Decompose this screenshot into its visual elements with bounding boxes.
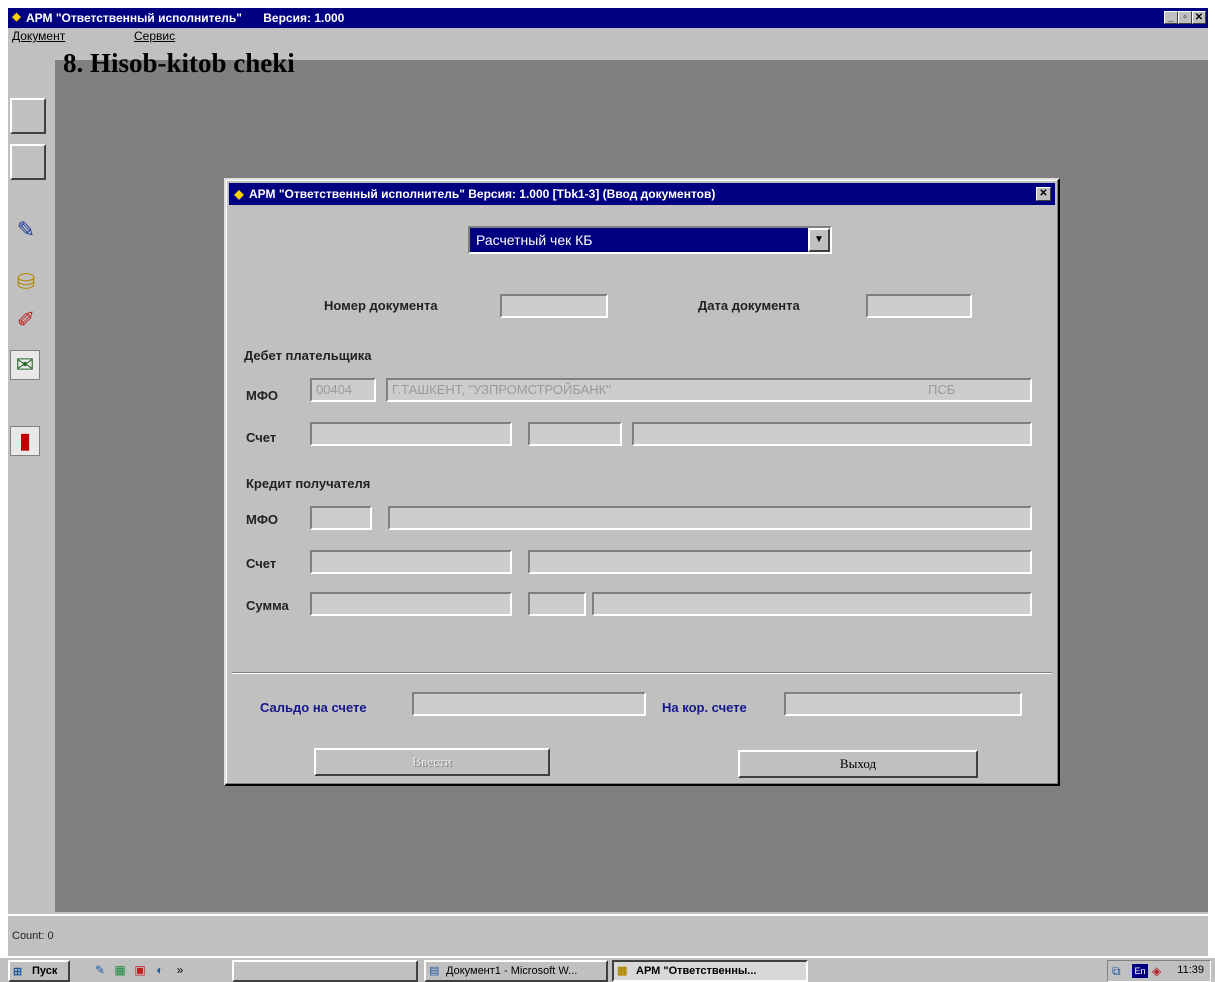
doc-date-field[interactable]	[866, 294, 972, 318]
network-icon[interactable]: ⧉	[1112, 964, 1121, 979]
enter-button[interactable]: Ввести	[314, 748, 550, 776]
window-title: АРМ "Ответственный исполнитель"	[26, 11, 242, 25]
balance-field	[412, 692, 646, 716]
status-text: Count: 0	[12, 930, 54, 942]
task-arm-label: АРМ "Ответственны...	[636, 965, 757, 977]
window-version: Версия: 1.000	[263, 11, 345, 25]
document-edit-icon[interactable]: ✐	[10, 304, 42, 336]
amount-cents-field[interactable]	[528, 592, 586, 616]
debit-bank-code: ПСБ	[928, 382, 956, 397]
app-icon: ◆	[12, 11, 21, 23]
credit-account-label: Счет	[246, 556, 277, 571]
credit-account-field[interactable]	[310, 550, 512, 574]
close-button[interactable]: ✕	[1192, 11, 1206, 24]
debit-account-name-field[interactable]	[632, 422, 1032, 446]
credit-mfo-field[interactable]	[310, 506, 372, 530]
credit-section-label: Кредит получателя	[246, 476, 371, 491]
debit-section-label: Дебет плательщика	[244, 348, 372, 363]
word-doc-icon: ▤	[429, 965, 440, 977]
chevron-down-icon[interactable]: ▼	[808, 228, 830, 252]
debit-bank-name: Г.ТАШКЕНТ, "УЗПРОМСТРОЙБАНК"	[392, 382, 611, 397]
arm-app-icon: ▦	[617, 965, 628, 977]
help-icon[interactable]: ✎	[10, 214, 42, 246]
system-tray: ⧉ En ◈ 11:39	[1107, 960, 1211, 982]
dialog-title: АРМ "Ответственный исполнитель" Версия: …	[249, 187, 716, 201]
status-bar: Count: 0	[8, 914, 1208, 958]
amount-words-field[interactable]	[592, 592, 1032, 616]
doc-date-label: Дата документа	[698, 298, 800, 313]
credit-mfo-label: МФО	[246, 512, 279, 527]
debit-account-label: Счет	[246, 430, 277, 445]
report-icon[interactable]: ✉	[10, 350, 40, 380]
credit-account-name-field[interactable]	[528, 550, 1032, 574]
taskbar-task-word[interactable]: ▤ Документ1 - Microsoft W...	[424, 960, 608, 982]
menu-bar: Документ Сервис	[8, 28, 1208, 46]
debit-mfo-label: МФО	[246, 388, 279, 403]
volume-icon[interactable]: ◈	[1152, 964, 1161, 978]
toolbar-blank-button-2[interactable]	[10, 144, 46, 180]
debit-mfo-field[interactable]: 00404	[310, 378, 376, 402]
debit-account-code-field[interactable]	[528, 422, 622, 446]
start-button[interactable]: ⊞ Пуск	[8, 960, 70, 982]
doc-number-field[interactable]	[500, 294, 608, 318]
clock: 11:39	[1177, 964, 1204, 976]
quicklaunch-outlook-icon[interactable]: ◐	[152, 962, 168, 978]
corr-account-field	[784, 692, 1022, 716]
document-type-value: Расчетный чек КБ	[470, 228, 808, 252]
dialog-app-icon: ◆	[234, 187, 244, 201]
corr-account-label: На кор. счете	[662, 700, 747, 715]
coins-icon[interactable]: ⛁	[10, 266, 42, 298]
maximize-button[interactable]: ▫	[1178, 11, 1192, 24]
amount-label: Сумма	[246, 598, 289, 613]
windows-logo-icon: ⊞	[13, 966, 23, 978]
dialog-divider	[232, 672, 1052, 674]
menu-document[interactable]: Документ	[12, 29, 65, 43]
quicklaunch-word-icon[interactable]: ✎	[92, 962, 108, 978]
page-heading: 8. Hisob-kitob cheki	[63, 48, 295, 78]
side-toolbar: ✎ ⛁ ✐ ✉ ▮	[8, 68, 55, 908]
credit-bank-field[interactable]	[388, 506, 1032, 530]
taskbar-task-arm[interactable]: ▦ АРМ "Ответственны...	[612, 960, 808, 982]
exit-button[interactable]: Выход	[738, 750, 978, 778]
quicklaunch-powerpoint-icon[interactable]: ▣	[132, 962, 148, 978]
exit-door-icon[interactable]: ▮	[10, 426, 40, 456]
language-indicator[interactable]: En	[1132, 964, 1148, 978]
menu-service[interactable]: Сервис	[134, 29, 175, 43]
taskbar-empty-slot[interactable]	[232, 960, 418, 982]
quicklaunch-more-icon[interactable]: »	[172, 962, 188, 978]
start-label: Пуск	[32, 965, 58, 977]
dialog-close-button[interactable]: ✕	[1036, 187, 1051, 201]
task-word-label: Документ1 - Microsoft W...	[446, 965, 578, 977]
document-type-select[interactable]: Расчетный чек КБ ▼	[468, 226, 832, 254]
balance-label: Сальдо на счете	[260, 700, 367, 715]
main-titlebar[interactable]: ◆ АРМ "Ответственный исполнитель" Версия…	[8, 8, 1208, 28]
toolbar-blank-button-1[interactable]	[10, 98, 46, 134]
doc-number-label: Номер документа	[324, 298, 438, 313]
debit-account-field[interactable]	[310, 422, 512, 446]
debit-bank-field[interactable]: Г.ТАШКЕНТ, "УЗПРОМСТРОЙБАНК" ПСБ	[386, 378, 1032, 402]
taskbar: ⊞ Пуск ✎ ▦ ▣ ◐ » ▤ Документ1 - Microsoft…	[0, 956, 1215, 982]
amount-field[interactable]	[310, 592, 512, 616]
minimize-button[interactable]: _	[1164, 11, 1178, 24]
document-entry-dialog: ◆ АРМ "Ответственный исполнитель" Версия…	[224, 178, 1060, 786]
quicklaunch-excel-icon[interactable]: ▦	[112, 962, 128, 978]
dialog-titlebar[interactable]: ◆ АРМ "Ответственный исполнитель" Версия…	[229, 183, 1055, 205]
